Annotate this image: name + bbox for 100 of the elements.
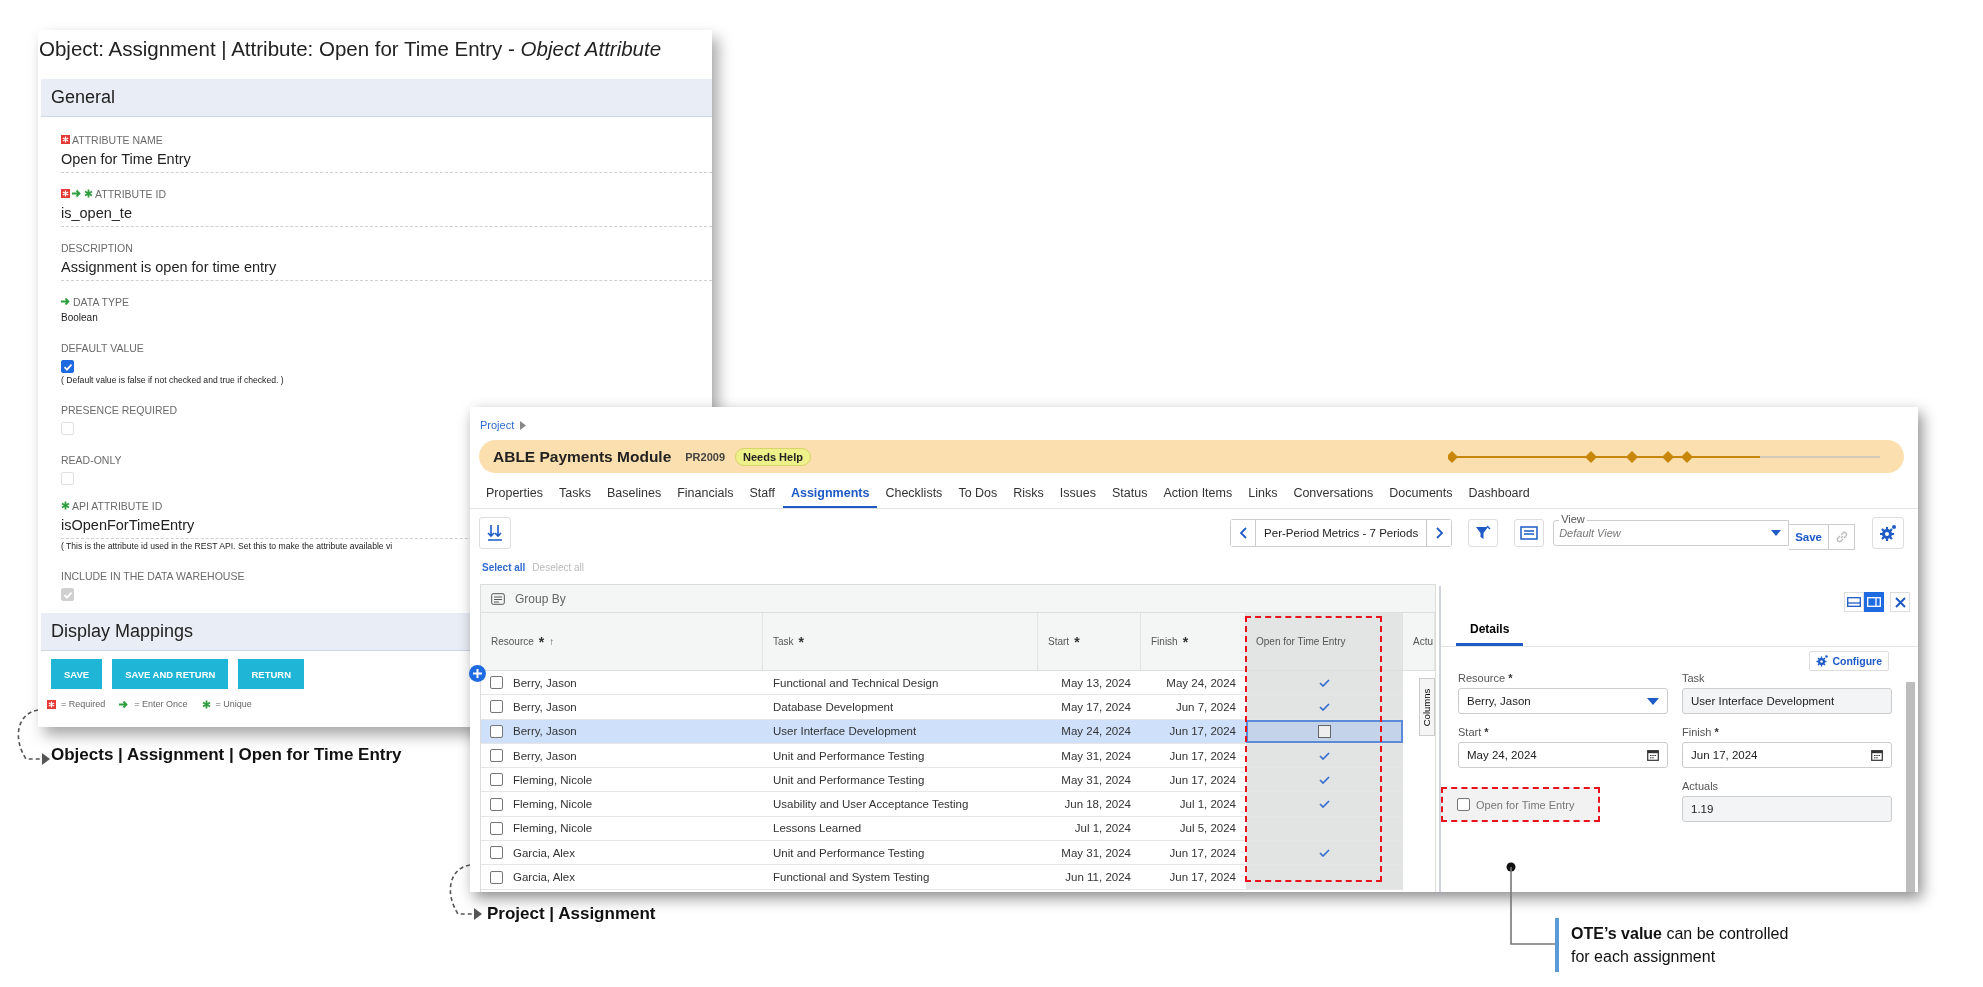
save-button[interactable]: Save xyxy=(1789,524,1829,550)
table-cell: User Interface Development xyxy=(773,725,917,738)
settings-button[interactable] xyxy=(1872,516,1904,549)
asterisk-icon xyxy=(201,699,211,709)
tab[interactable]: Details xyxy=(1456,616,1524,646)
select-all-link[interactable]: Select all xyxy=(482,562,526,578)
tab[interactable]: Baselines xyxy=(598,480,670,508)
table-row[interactable]: Berry, Jason Functional and Technical Design May 13, 2024 May 24, 2024 xyxy=(481,671,1403,696)
field-value: Assignment is open for time entry xyxy=(61,259,277,275)
row-checkbox[interactable] xyxy=(490,773,503,787)
table-cell: Unit and Performance Testing xyxy=(773,773,925,786)
bottom-panel-icon xyxy=(1847,597,1861,607)
side-layout-button[interactable] xyxy=(1864,592,1884,612)
field-value: is_open_te xyxy=(61,205,132,221)
required-icon xyxy=(47,699,56,709)
tab[interactable]: Assignments xyxy=(782,480,878,508)
actuals-field[interactable]: 1.19 xyxy=(1682,796,1892,822)
sort-download-button[interactable] xyxy=(479,516,511,549)
gear-icon xyxy=(1816,655,1829,667)
field-value: isOpenForTimeEntry xyxy=(61,517,195,533)
table-cell: Jun 11, 2024 xyxy=(1065,871,1131,883)
group-by-bar[interactable]: Group By xyxy=(481,585,1435,613)
tab[interactable]: Links xyxy=(1240,480,1286,508)
table-cell: May 31, 2024 xyxy=(1061,846,1131,859)
checkbox[interactable] xyxy=(1318,724,1331,738)
tab[interactable]: Action Items xyxy=(1155,480,1241,508)
row-checkbox[interactable] xyxy=(490,724,503,738)
breadcrumb-link[interactable]: Project xyxy=(480,419,515,431)
tab[interactable]: Checklists xyxy=(877,480,951,508)
tab[interactable]: Staff xyxy=(741,480,783,508)
checkbox[interactable] xyxy=(1457,798,1470,811)
column-header[interactable]: Open for Time Entry xyxy=(1246,613,1403,670)
tab[interactable]: Properties xyxy=(478,480,551,508)
table-cell: Fleming, Nicole xyxy=(513,822,593,835)
row-checkbox[interactable] xyxy=(490,700,503,714)
table-cell: Functional and Technical Design xyxy=(773,676,939,689)
field-hint: ( Default value is false if not checked and true if checked. ) xyxy=(61,374,285,385)
configure-button[interactable]: Configure xyxy=(1809,651,1889,671)
table-cell: Unit and Performance Testing xyxy=(773,846,925,859)
tab[interactable]: Issues xyxy=(1051,480,1104,508)
tab[interactable]: To Dos xyxy=(950,480,1006,508)
row-checkbox[interactable] xyxy=(490,870,503,884)
column-header[interactable]: Actu xyxy=(1403,613,1435,670)
caption: Project | Assignment xyxy=(487,904,656,924)
tab[interactable]: Dashboard xyxy=(1460,480,1538,508)
table-row[interactable]: Berry, Jason User Interface Development May 24, 2024 Jun 17, 2024 xyxy=(481,719,1403,744)
tab[interactable]: Tasks xyxy=(551,480,599,508)
table-cell: Lessons Learned xyxy=(773,822,862,835)
columns-tab[interactable]: Columns xyxy=(1419,678,1435,736)
columns-button[interactable] xyxy=(1514,518,1545,547)
table-cell: May 24, 2024 xyxy=(1061,725,1131,738)
calendar-icon[interactable] xyxy=(1647,749,1659,761)
table-cell: Jul 1, 2024 xyxy=(1179,798,1236,811)
date-field[interactable]: Jun 17, 2024 xyxy=(1682,742,1892,768)
tab[interactable]: Risks xyxy=(1005,480,1052,508)
table-row[interactable]: Garcia, Alex Unit and Performance Testing May 31, 2024 Jun 17, 2024 xyxy=(481,841,1403,866)
date-field[interactable]: May 24, 2024 xyxy=(1458,742,1668,768)
table-cell: Functional and System Testing xyxy=(773,871,930,883)
close-button[interactable] xyxy=(1890,592,1910,612)
row-checkbox[interactable] xyxy=(490,846,503,860)
table-cell: Jun 18, 2024 xyxy=(1064,798,1131,811)
table-cell: Jul 5, 2024 xyxy=(1179,822,1236,835)
close-icon xyxy=(1894,596,1906,608)
table-cell: Garcia, Alex xyxy=(513,871,575,883)
field-hint: ( This is the attribute id used in the REST API. Set this to make the attribute available vi xyxy=(61,540,394,551)
task-field[interactable]: User Interface Development xyxy=(1682,688,1892,714)
row-checkbox[interactable] xyxy=(490,749,503,763)
table-row[interactable]: Fleming, Nicole Usability and User Acceptance Testing Jun 18, 2024 Jul 1, 2024 xyxy=(481,792,1403,817)
scrollbar[interactable] xyxy=(1906,682,1915,892)
table-row[interactable]: Fleming, Nicole Unit and Performance Testing May 31, 2024 Jun 17, 2024 xyxy=(481,768,1403,793)
row-checkbox[interactable] xyxy=(490,821,503,835)
field-label: ATTRIBUTE ID xyxy=(95,187,166,200)
bottom-layout-button[interactable] xyxy=(1844,592,1864,612)
table-cell: Usability and User Acceptance Testing xyxy=(773,798,969,811)
table-cell: May 31, 2024 xyxy=(1061,749,1131,762)
table-row[interactable]: Berry, Jason Database Development May 17, 2024 Jun 7, 2024 xyxy=(481,695,1403,720)
tab[interactable]: Status xyxy=(1104,480,1156,508)
field-label: Start * xyxy=(1458,726,1490,738)
field-label: READ-ONLY xyxy=(61,453,122,466)
checkbox[interactable] xyxy=(61,360,74,373)
row-checkbox[interactable] xyxy=(490,676,503,690)
table-row[interactable]: Berry, Jason Unit and Performance Testing May 31, 2024 Jun 17, 2024 xyxy=(481,743,1403,769)
resource-select[interactable]: Berry, Jason xyxy=(1458,688,1668,714)
legend-text: = Unique xyxy=(215,699,252,709)
tab[interactable]: Conversations xyxy=(1285,480,1382,508)
tab[interactable]: Financials xyxy=(669,480,742,508)
filter-button[interactable] xyxy=(1468,518,1499,547)
column-header[interactable]: Start * xyxy=(1038,613,1141,670)
table-cell: Jun 17, 2024 xyxy=(1169,846,1236,859)
row-checkbox[interactable] xyxy=(490,797,503,811)
calendar-icon[interactable] xyxy=(1871,749,1883,761)
add-icon[interactable] xyxy=(469,665,486,682)
column-header[interactable]: Task * xyxy=(763,613,1038,670)
field-label: DEFAULT VALUE xyxy=(61,341,144,354)
table-row[interactable]: Garcia, Alex Functional and System Testing Jun 11, 2024 Jun 17, 2024 xyxy=(481,865,1403,890)
table-cell: Berry, Jason xyxy=(513,700,577,713)
list-icon xyxy=(491,592,505,605)
table-row[interactable]: Fleming, Nicole Lessons Learned Jul 1, 2024 Jul 5, 2024 xyxy=(481,816,1403,842)
tab[interactable]: Documents xyxy=(1381,480,1461,508)
legend-text: = Required xyxy=(61,699,106,709)
